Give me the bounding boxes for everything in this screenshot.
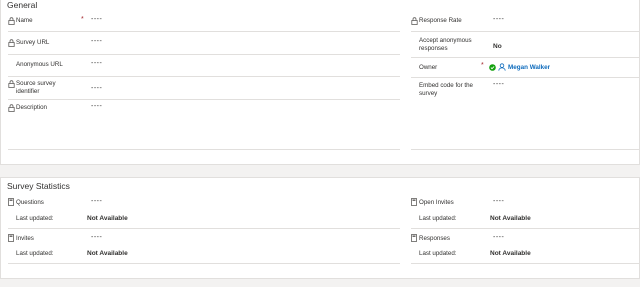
stat-label-open-invites: Open Invites — [419, 199, 454, 206]
embed-code-field[interactable]: ---- — [493, 81, 504, 88]
presence-available-icon — [489, 64, 496, 71]
accept-anonymous-toggle[interactable]: No — [493, 43, 502, 50]
questions-count: ---- — [91, 198, 103, 205]
survey-statistics-section: Survey Statistics Questions ---- Last up… — [0, 177, 640, 279]
response-rate-field[interactable]: ---- — [493, 16, 504, 23]
field-label-description: Description — [16, 104, 47, 111]
field-label-anonymous-url: Anonymous URL — [16, 61, 63, 68]
section-title-general: General — [7, 0, 38, 10]
source-survey-identifier-field[interactable]: ---- — [91, 85, 102, 92]
open-invites-last-updated: Not Available — [490, 215, 531, 222]
calculator-icon — [411, 234, 417, 242]
lock-icon — [8, 17, 15, 25]
field-label-accept-anonymous-responses: Accept anonymous responses — [419, 37, 472, 52]
person-icon — [498, 63, 506, 71]
invites-count: ---- — [91, 234, 103, 241]
field-label-owner: Owner — [419, 64, 438, 71]
general-section: General Name * ---- Survey URL ---- Anon… — [0, 0, 640, 165]
field-label-embed-code: Embed code for the survey — [419, 82, 474, 97]
calculator-icon — [411, 198, 417, 206]
field-label-response-rate: Response Rate — [419, 17, 462, 24]
stat-label-invites: Invites — [16, 235, 34, 242]
name-field[interactable]: ---- — [91, 16, 102, 23]
stat-label-questions: Questions — [16, 199, 44, 206]
invites-last-updated: Not Available — [87, 250, 128, 257]
owner-link[interactable]: Megan Walker — [508, 64, 550, 71]
last-updated-label: Last updated: — [419, 250, 457, 257]
calculator-icon — [8, 198, 14, 206]
required-indicator: * — [81, 16, 84, 23]
last-updated-label: Last updated: — [16, 215, 54, 222]
field-label-source-survey-identifier: Source survey identifier — [16, 80, 56, 95]
section-title-survey-statistics: Survey Statistics — [7, 181, 70, 191]
calculator-icon — [8, 234, 14, 242]
lock-icon — [8, 39, 15, 47]
responses-last-updated: Not Available — [490, 250, 531, 257]
field-label-survey-url: Survey URL — [16, 39, 50, 46]
last-updated-label: Last updated: — [419, 215, 457, 222]
anonymous-url-field[interactable]: ---- — [91, 60, 102, 67]
questions-last-updated: Not Available — [87, 215, 128, 222]
last-updated-label: Last updated: — [16, 250, 54, 257]
lock-icon — [8, 80, 15, 88]
survey-url-field[interactable]: ---- — [91, 38, 102, 45]
field-label-name: Name — [16, 17, 33, 24]
stat-label-responses: Responses — [419, 235, 450, 242]
lock-icon — [8, 104, 15, 112]
required-indicator: * — [481, 62, 484, 69]
open-invites-count: ---- — [493, 198, 505, 205]
description-field[interactable]: ---- — [91, 103, 102, 110]
lock-icon — [411, 17, 418, 25]
responses-count: ---- — [493, 234, 505, 241]
